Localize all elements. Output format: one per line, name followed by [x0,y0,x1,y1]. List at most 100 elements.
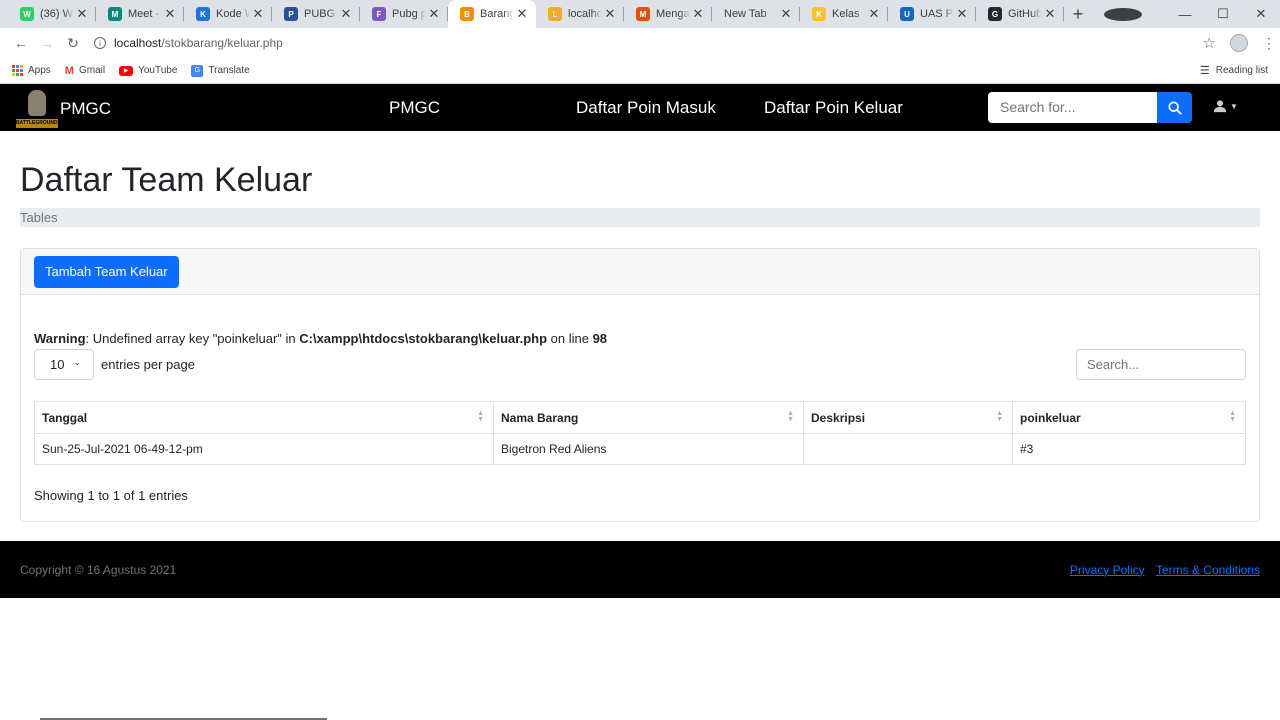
chevron-down-icon: ▼ [1230,101,1238,111]
datatable-top: 10 ⌄ entries per page Search... [34,349,1246,380]
privacy-policy-link[interactable]: Privacy Policy [1070,563,1145,577]
tab-favicon-icon: W [20,7,34,21]
url-host: localhost [114,36,162,50]
column-header-nama-barang[interactable]: Nama Barang ▲ ▼ [493,401,804,434]
column-header-deskripsi[interactable]: Deskripsi ▲ ▼ [803,401,1013,434]
address-bar[interactable]: i localhost/stokbarang/keluar.php [94,30,1203,56]
tab-close-icon[interactable]: ✕ [602,6,618,22]
tab-close-icon[interactable]: ✕ [426,6,442,22]
browser-tab[interactable]: B Barang ✕ [448,0,536,28]
brand-text: PMGC [60,98,111,118]
back-icon[interactable]: ← [8,35,34,51]
browser-tab[interactable]: M Meet - a✕ [96,0,184,28]
browser-tab[interactable]: Llocalho ✕ [536,0,624,28]
sort-icon: ▲ ▼ [1229,410,1236,423]
breadcrumb: Tables [20,208,1260,227]
tab-title: Barang [480,8,514,20]
header-label: Tanggal [42,410,88,425]
browser-tab[interactable]: New Tab ✕ [712,0,800,28]
add-team-keluar-button[interactable]: Tambah Team Keluar [34,256,179,288]
bookmark-youtube[interactable]: ▶ YouTube [119,65,177,76]
browser-tab[interactable]: U UAS Pe✕ [888,0,976,28]
bookmark-star-icon[interactable]: ☆ [1203,34,1216,52]
tab-list: W(36) Wh✕MMeet - a✕KKode W✕PPUBG M✕FPubg… [0,0,1064,28]
header-label: poinkeluar [1020,410,1081,425]
header-label: Nama Barang [501,410,579,425]
tab-title: Kode W [216,8,250,20]
bookmark-apps[interactable]: Apps [12,65,51,76]
profile-avatar[interactable] [1230,34,1248,52]
browser-tab[interactable]: K Kode W ✕ [184,0,272,28]
reload-icon[interactable]: ↻ [60,35,86,52]
search-icon [1167,100,1182,115]
terms-link[interactable]: Terms & Conditions [1156,563,1260,577]
tab-favicon-icon: B [460,7,474,21]
tab-close-icon[interactable]: ✕ [954,6,970,22]
browser-tab[interactable]: W (36) Wh✕ [8,0,96,28]
browser-tab[interactable]: F Pubg pr✕ [360,0,448,28]
minimize-button[interactable]: — [1166,7,1204,22]
navbar-search-button[interactable] [1157,92,1192,123]
browser-tab[interactable]: G GitHub ✕ [976,0,1064,28]
apps-grid-icon [12,65,23,76]
tab-close-icon[interactable]: ✕ [250,6,266,22]
info-icon[interactable]: i [94,37,106,49]
bookmark-translate[interactable]: G Translate [191,64,250,77]
user-icon [1213,100,1227,113]
forward-icon[interactable]: → [34,35,60,51]
column-header-poinkeluar[interactable]: poinkeluar ▲ ▼ [1012,401,1246,434]
reading-list-label: Reading list [1215,65,1268,76]
user-dropdown[interactable]: ▼ [1213,99,1238,113]
nav-link-poin-masuk[interactable]: Daftar Poin Masuk [576,84,716,131]
navbar-search: Search for... [988,92,1192,123]
table-card: Tambah Team Keluar Warning: Undefined ar… [20,248,1260,522]
tab-close-icon[interactable]: ✕ [778,6,794,22]
navbar-brand[interactable]: BATTLEGROUNDS PMGC [0,86,111,130]
tab-close-icon[interactable]: ✕ [338,6,354,22]
reading-list[interactable]: ☰ Reading list [1200,64,1268,77]
page-title: Daftar Team Keluar [20,161,313,199]
tab-favicon-icon: M [636,7,650,21]
tab-close-icon[interactable]: ✕ [74,6,90,22]
tab-close-icon[interactable]: ✕ [866,6,882,22]
warning-text: : Undefined array key "poinkeluar" in [85,331,300,346]
maximize-button[interactable]: ☐ [1204,6,1242,22]
tab-close-icon[interactable]: ✕ [162,6,178,22]
warning-online: on line [547,331,593,346]
chevron-down-icon: ⌄ [73,357,81,367]
tab-title: Mengat [656,8,690,20]
column-header-tanggal[interactable]: Tanggal ▲ ▼ [34,401,494,434]
bookmark-label: Apps [28,65,51,76]
tab-close-icon[interactable]: ✕ [1042,6,1058,22]
header-label: Deskripsi [811,410,866,425]
cell-deskripsi [803,433,1013,465]
table-search-input[interactable]: Search... [1076,349,1246,380]
close-window-button[interactable]: ✕ [1242,6,1280,22]
warning-label: Warning [34,331,86,346]
bookmark-gmail[interactable]: M Gmail [65,65,105,77]
tab-close-icon[interactable]: ✕ [514,6,530,22]
bookmark-label: Translate [208,65,250,76]
tab-search-icon[interactable]: ▾ [1104,6,1142,21]
tab-title: Kelas [832,8,860,20]
browser-tab[interactable]: K Kelas ✕ [800,0,888,28]
sort-icon: ▲ ▼ [477,410,484,423]
tab-favicon-icon: K [812,7,826,21]
per-page-value: 10 [50,357,65,372]
browser-tab[interactable]: M Mengat ✕ [624,0,712,28]
browser-tab[interactable]: P PUBG M✕ [272,0,360,28]
menu-icon[interactable]: ⋮ [1262,35,1276,52]
per-page-select[interactable]: 10 ⌄ [34,349,94,380]
tab-title: Pubg pr [392,8,426,20]
site-footer: Copyright © 16 Agustus 2021 Privacy Poli… [0,541,1280,598]
navbar-search-input[interactable]: Search for... [988,92,1157,123]
nav-link-pmgc[interactable]: PMGC [389,84,440,131]
warning-line: 98 [592,331,608,346]
tab-favicon-icon: K [196,7,210,21]
tab-close-icon[interactable]: ✕ [690,6,706,22]
nav-link-poin-keluar[interactable]: Daftar Poin Keluar [764,84,903,131]
cell-nama-barang: Bigetron Red Aliens [493,433,804,465]
new-tab-button[interactable]: + [1064,0,1092,28]
warning-path: C:\xampp\htdocs\stokbarang\keluar.php [299,331,548,346]
data-table: Tanggal ▲ ▼ Nama Barang ▲ ▼ Deskripsi ▲ ▼ poin… [34,401,1246,465]
